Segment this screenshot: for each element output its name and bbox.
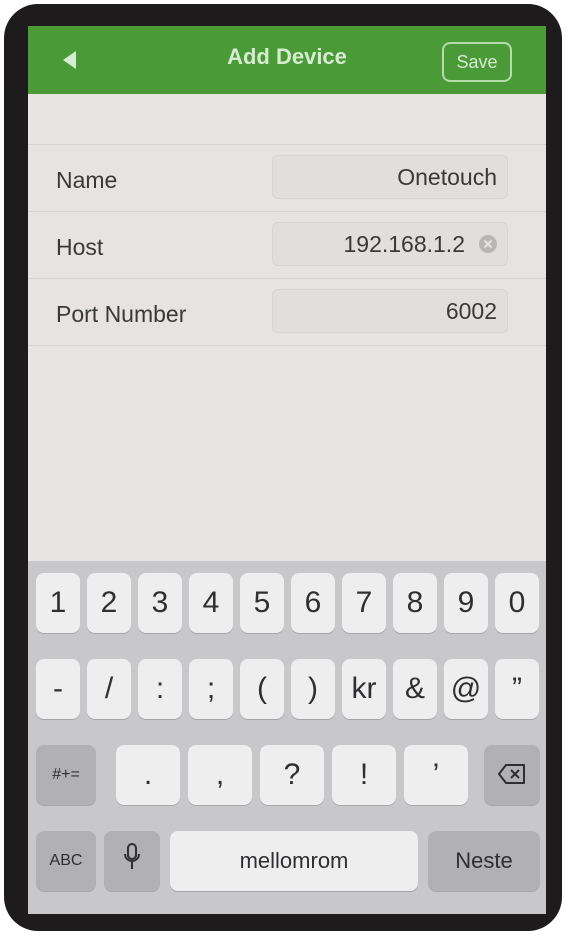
key-7[interactable]: 7 [342, 573, 386, 633]
clear-text-icon[interactable] [479, 235, 497, 253]
name-label: Name [56, 167, 118, 193]
key-5[interactable]: 5 [240, 573, 284, 633]
keyboard-row-symbols: - / : ; ( ) kr & @ ” [28, 659, 546, 719]
backspace-icon [498, 758, 526, 792]
key-4[interactable]: 4 [189, 573, 233, 633]
key-8[interactable]: 8 [393, 573, 437, 633]
port-number-label: Port Number [56, 301, 187, 327]
key-apostrophe[interactable]: ’ [404, 745, 468, 805]
key-slash[interactable]: / [87, 659, 131, 719]
dictation-key[interactable] [104, 831, 160, 891]
key-ampersand[interactable]: & [393, 659, 437, 719]
key-quote[interactable]: ” [495, 659, 539, 719]
key-abc[interactable]: ABC [36, 831, 96, 891]
key-close-paren[interactable]: ) [291, 659, 335, 719]
key-question[interactable]: ? [260, 745, 324, 805]
key-period[interactable]: . [116, 745, 180, 805]
key-exclamation[interactable]: ! [332, 745, 396, 805]
key-at[interactable]: @ [444, 659, 488, 719]
key-kr[interactable]: kr [342, 659, 386, 719]
save-button[interactable]: Save [442, 42, 512, 82]
port-number-field[interactable]: 6002 [272, 289, 508, 333]
form-row-host: Host 192.168.1.2 [28, 212, 546, 279]
host-label: Host [56, 234, 104, 260]
key-semicolon[interactable]: ; [189, 659, 233, 719]
key-hyphen[interactable]: - [36, 659, 80, 719]
key-open-paren[interactable]: ( [240, 659, 284, 719]
form-row-port: Port Number 6002 [28, 279, 546, 346]
key-0[interactable]: 0 [495, 573, 539, 633]
name-value: Onetouch [397, 163, 497, 190]
keyboard-row-numbers: 1 2 3 4 5 6 7 8 9 0 [28, 573, 546, 633]
key-3[interactable]: 3 [138, 573, 182, 633]
name-field[interactable]: Onetouch [272, 155, 508, 199]
port-number-value: 6002 [445, 297, 497, 324]
key-2[interactable]: 2 [87, 573, 131, 633]
form-row-name: Name Onetouch [28, 145, 546, 212]
microphone-icon [123, 843, 141, 879]
next-key[interactable]: Neste [428, 831, 540, 891]
delete-key[interactable] [484, 745, 540, 805]
key-symbols-toggle[interactable]: #+= [36, 745, 96, 805]
key-1[interactable]: 1 [36, 573, 80, 633]
key-colon[interactable]: : [138, 659, 182, 719]
space-key[interactable]: mellomrom [170, 831, 418, 891]
device-form: Name Onetouch Host 192.168.1.2 Port Numb… [28, 144, 546, 346]
host-value: 192.168.1.2 [343, 230, 465, 257]
host-field[interactable]: 192.168.1.2 [272, 222, 508, 266]
keyboard-row-bottom: ABC mellomrom Neste [28, 831, 546, 891]
key-9[interactable]: 9 [444, 573, 488, 633]
key-comma[interactable]: , [188, 745, 252, 805]
navigation-bar: Add Device Save [28, 26, 546, 94]
key-6[interactable]: 6 [291, 573, 335, 633]
screen: Add Device Save Name Onetouch Host 192.1… [28, 26, 546, 914]
numeric-keyboard: 1 2 3 4 5 6 7 8 9 0 - / : ; ( ) kr & @ ”… [28, 561, 546, 914]
keyboard-row-punctuation: #+= . , ? ! ’ [28, 745, 546, 805]
